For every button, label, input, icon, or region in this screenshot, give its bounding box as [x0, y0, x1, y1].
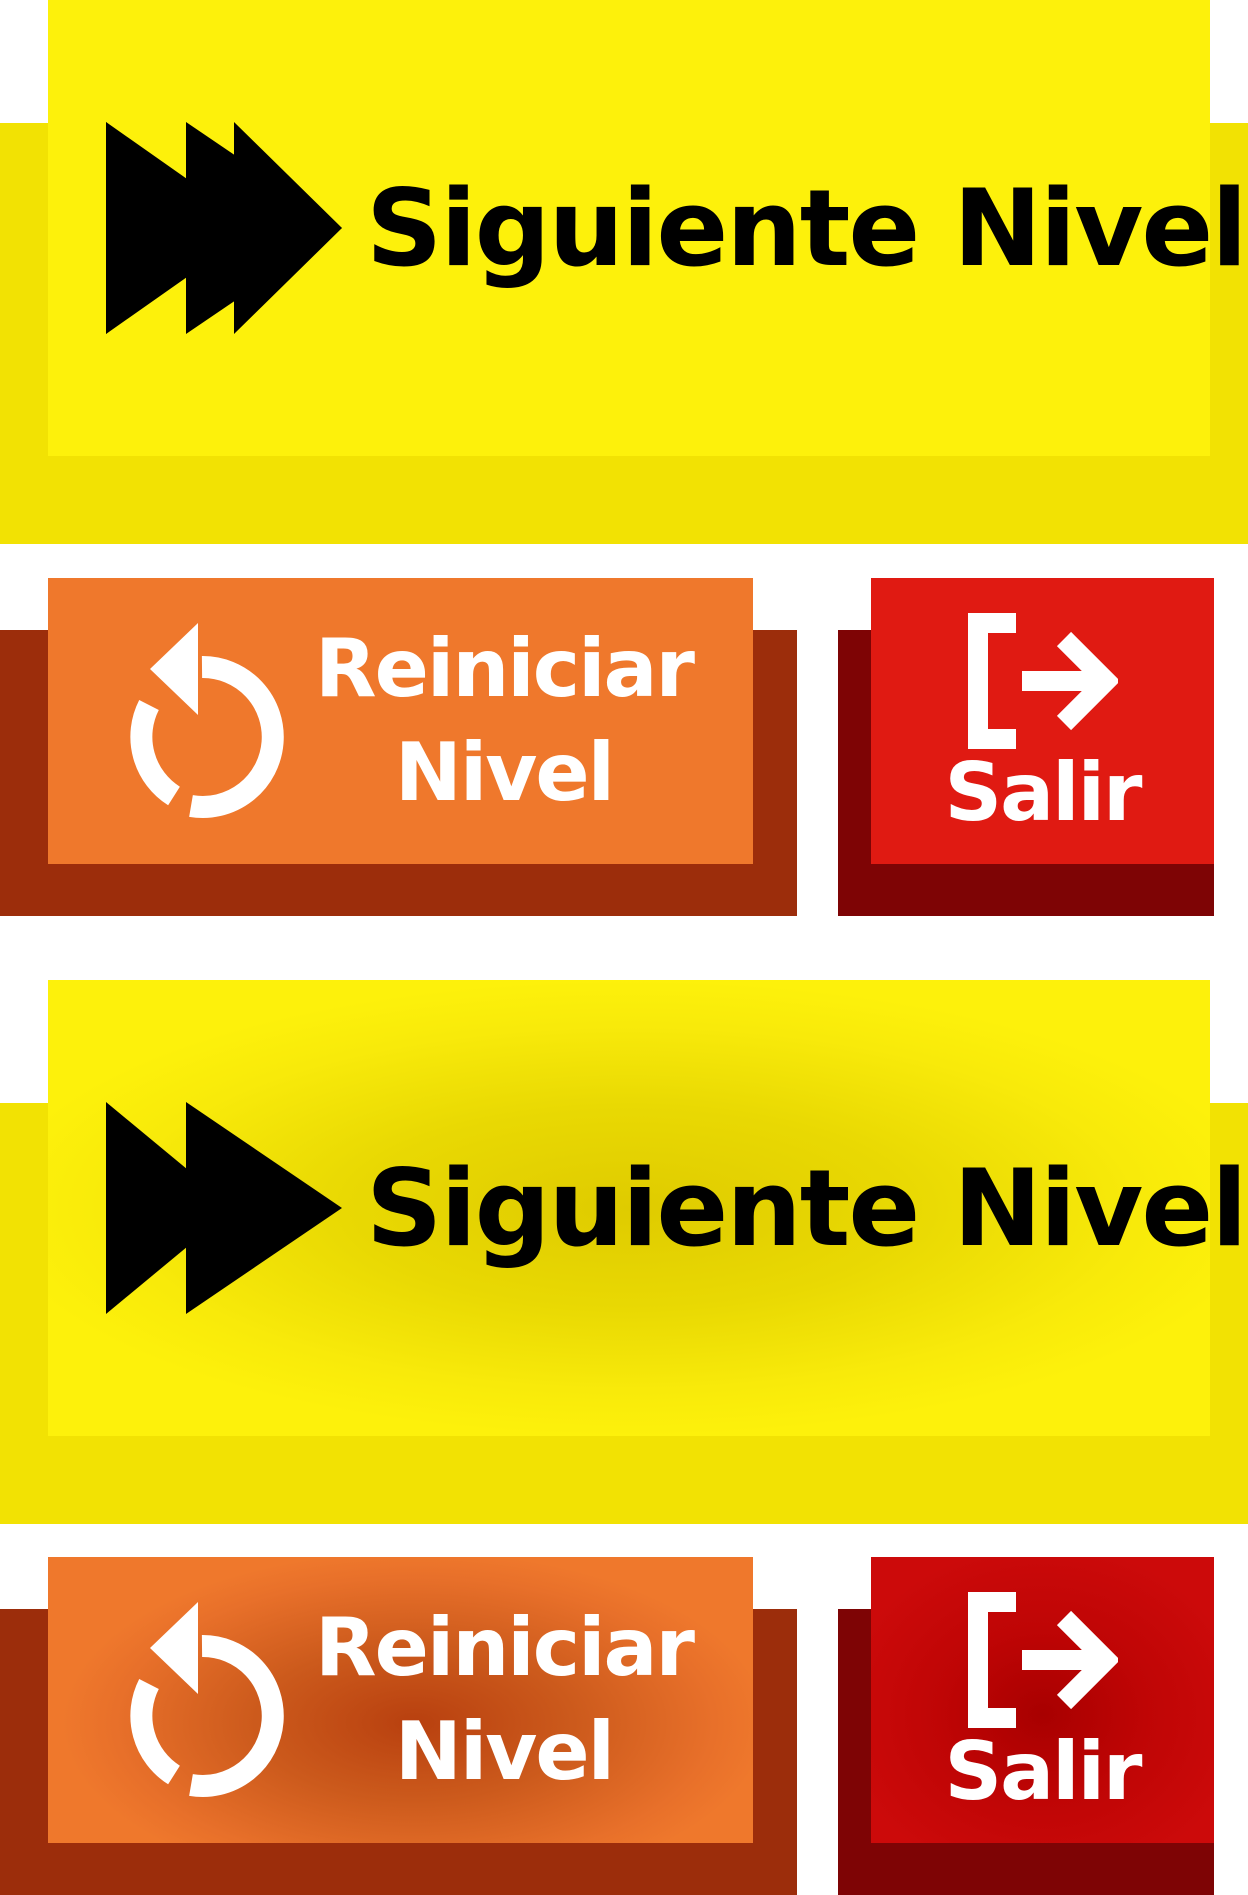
next-level-label: Siguiente Nivel [366, 1146, 1248, 1270]
restart-label-line1: Reiniciar [315, 1601, 695, 1694]
restart-level-button-pressed[interactable]: Reiniciar Nivel [0, 1557, 797, 1895]
restart-level-button[interactable]: Reiniciar Nivel [0, 578, 797, 916]
restart-label-line1: Reiniciar [315, 622, 695, 715]
exit-button[interactable]: Salir [838, 578, 1214, 916]
restart-level-label: Reiniciar Nivel [314, 617, 695, 825]
restart-level-label: Reiniciar Nivel [314, 1596, 695, 1804]
next-level-button-pressed[interactable]: Siguiente Nivel [0, 980, 1248, 1524]
restart-label-line2: Nivel [394, 1705, 615, 1798]
exit-icon [967, 1592, 1118, 1728]
exit-button-pressed-face[interactable]: Salir [871, 1557, 1214, 1843]
restart-icon [130, 1602, 284, 1797]
fast-forward-icon [106, 122, 342, 334]
exit-button-face[interactable]: Salir [871, 578, 1214, 864]
restart-label-line2: Nivel [394, 726, 615, 819]
exit-label: Salir [944, 746, 1143, 839]
fast-forward-icon [106, 1102, 342, 1314]
next-level-label: Siguiente Nivel [366, 166, 1248, 290]
exit-label: Salir [944, 1725, 1143, 1818]
next-level-button[interactable]: Siguiente Nivel [0, 0, 1248, 544]
exit-button-pressed[interactable]: Salir [838, 1557, 1214, 1895]
next-level-button-pressed-face[interactable]: Siguiente Nivel [48, 980, 1248, 1436]
exit-icon [967, 613, 1118, 749]
restart-level-button-face[interactable]: Reiniciar Nivel [48, 578, 753, 864]
next-level-button-face[interactable]: Siguiente Nivel [48, 0, 1248, 456]
restart-icon [130, 623, 284, 818]
restart-level-button-pressed-face[interactable]: Reiniciar Nivel [48, 1557, 753, 1843]
